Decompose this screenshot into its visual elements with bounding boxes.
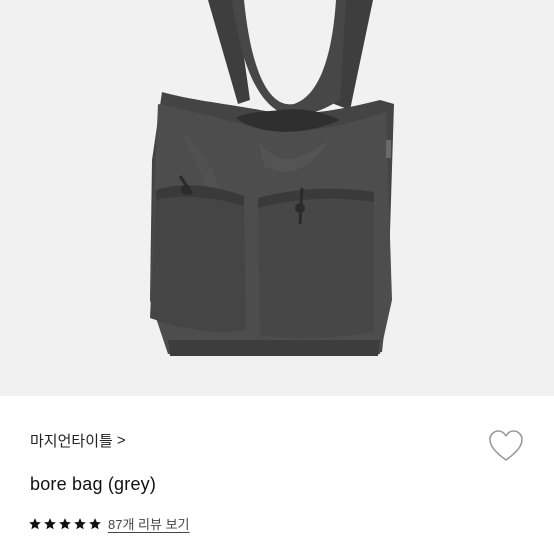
star-icon [29, 517, 41, 529]
star-icon [89, 517, 101, 529]
tote-bag-image [150, 0, 394, 356]
star-icon [59, 517, 71, 529]
chevron-right-icon: > [116, 432, 126, 449]
product-page: 마지언타이틀 > bore bag (grey) 87개 리뷰 보기 [0, 0, 554, 554]
reviews-link[interactable]: 87개 리뷰 보기 [108, 514, 189, 533]
rating-stars [28, 517, 102, 531]
product-title: bore bag (grey) [30, 474, 157, 494]
rating-row: 87개 리뷰 보기 [28, 514, 189, 533]
product-image[interactable] [0, 0, 554, 396]
star-icon [74, 517, 86, 529]
brand-link[interactable]: 마지언타이틀 > [30, 430, 126, 451]
heart-icon[interactable] [487, 428, 525, 464]
star-icon [44, 517, 56, 529]
brand-name: 마지언타이틀 [30, 433, 113, 450]
